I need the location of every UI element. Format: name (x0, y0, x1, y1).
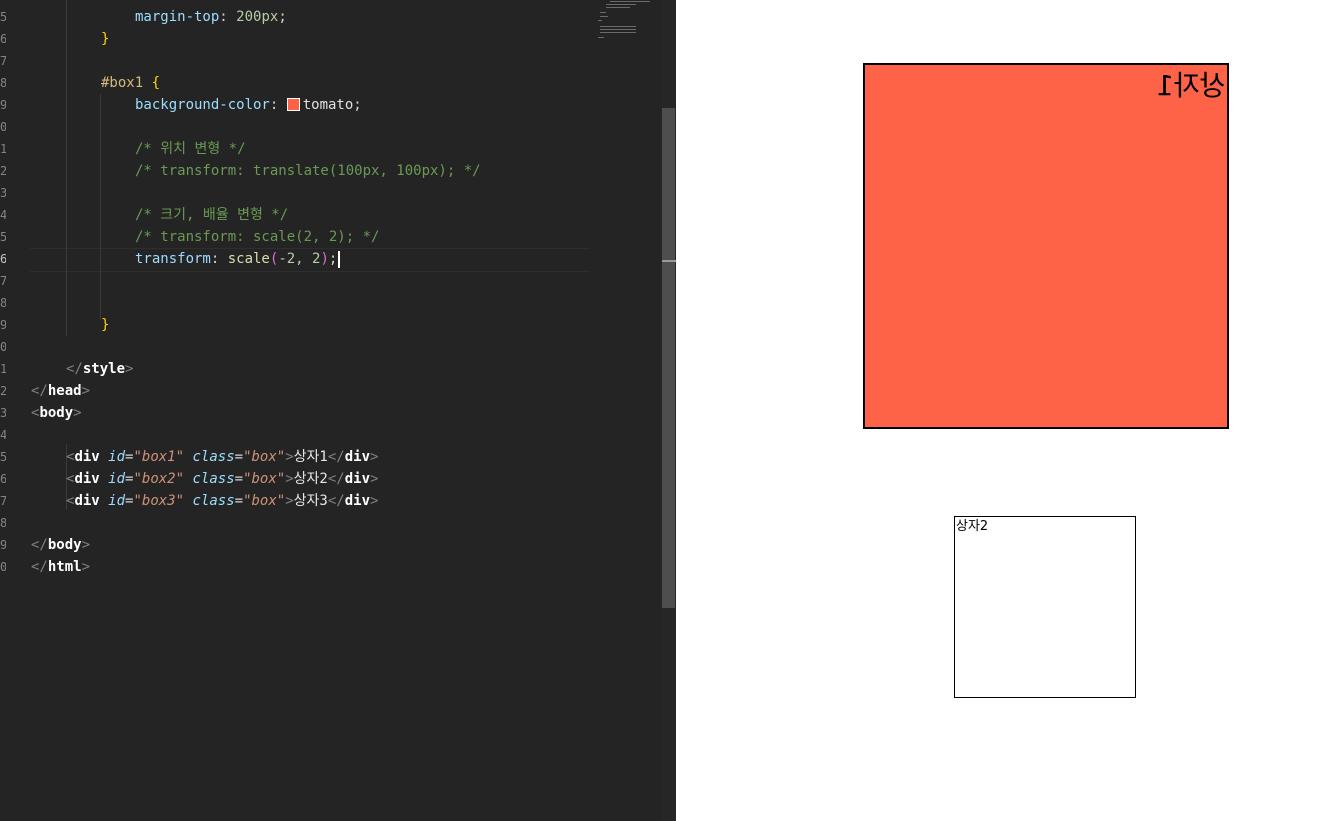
text-cursor (338, 250, 341, 268)
line-number: 2 (0, 384, 6, 398)
cursor-position-marker (662, 260, 676, 262)
code-line: } (101, 28, 109, 50)
code-line: } (101, 314, 109, 336)
html-text: 상자3 (293, 493, 328, 509)
line-number: 6 (0, 472, 6, 486)
html-tag: body (39, 405, 74, 421)
color-swatch-icon[interactable] (286, 97, 300, 111)
line-number: 3 (0, 186, 6, 200)
css-function: scale (227, 251, 270, 267)
line-number: 9 (0, 98, 6, 112)
line-number: 7 (0, 274, 6, 288)
css-value: -2, 2 (278, 251, 321, 267)
line-number: 0 (0, 120, 6, 134)
css-value: 200px (236, 9, 279, 25)
box1-label: 상자1 (1155, 69, 1225, 102)
html-attribute: class (192, 471, 235, 487)
code-comment: /* transform: translate(100px, 100px); *… (135, 163, 481, 179)
html-tag: div (344, 449, 371, 465)
line-number: 2 (0, 164, 6, 178)
code-line: <div id="box3" class="box">상자3</div> (66, 493, 379, 509)
html-attribute-value: "box1" (133, 449, 185, 465)
line-number: 8 (0, 76, 6, 90)
line-number: 7 (0, 54, 6, 68)
line-number: 5 (0, 450, 6, 464)
code-comment: /* transform: scale(2, 2); */ (135, 229, 380, 245)
css-selector: #box1 (101, 75, 144, 91)
html-tag: div (74, 493, 100, 509)
html-attribute: id (108, 449, 126, 465)
line-number: 1 (0, 362, 6, 376)
code-line: </style> (66, 361, 134, 377)
code-line: /* 위치 변형 */ (135, 138, 246, 160)
minimap[interactable] (596, 0, 660, 50)
html-text: 상자2 (293, 471, 328, 487)
line-number-gutter: 5 6 7 8 9 0 1 2 3 4 5 6 7 8 9 0 1 2 3 4 … (0, 0, 14, 821)
line-number: 5 (0, 230, 6, 244)
html-text: 상자1 (293, 449, 328, 465)
css-value: tomato (302, 97, 354, 113)
line-number: 3 (0, 406, 6, 420)
code-editor[interactable]: 5 6 7 8 9 0 1 2 3 4 5 6 7 8 9 0 1 2 3 4 … (0, 0, 676, 821)
line-number: 9 (0, 538, 6, 552)
html-tag: html (47, 559, 82, 575)
line-number: 0 (0, 340, 6, 354)
line-number: 8 (0, 296, 6, 310)
box2: 상자2 (954, 516, 1136, 698)
css-property: margin-top (135, 9, 220, 25)
line-number: 4 (0, 208, 6, 222)
scrollbar-thumb[interactable] (662, 108, 675, 608)
line-number: 5 (0, 10, 6, 24)
code-line: </body> (31, 537, 91, 553)
css-property: background-color (135, 97, 270, 113)
html-attribute-value: "box" (243, 449, 286, 465)
html-attribute-value: "box2" (133, 471, 185, 487)
indent-guide (66, 0, 67, 336)
close-brace: } (101, 31, 110, 47)
code-line: /* transform: translate(100px, 100px); *… (135, 160, 481, 182)
line-number: 8 (0, 516, 6, 530)
code-line: </html> (31, 559, 91, 575)
html-attribute: id (108, 493, 126, 509)
html-tag: head (47, 383, 82, 399)
box1: 상자1 (863, 63, 1229, 429)
code-line: #box1 { (101, 72, 160, 94)
line-number: 6 (0, 32, 6, 46)
indent-guide (100, 94, 101, 320)
line-number: 0 (0, 560, 6, 574)
html-tag: style (82, 361, 126, 377)
html-tag: div (344, 471, 371, 487)
code-line-active: transform: scale(-2, 2); (135, 248, 341, 270)
html-attribute-value: "box3" (133, 493, 185, 509)
css-property: transform (135, 251, 211, 267)
open-brace: { (151, 75, 161, 91)
line-number: 4 (0, 428, 6, 442)
code-line: <div id="box2" class="box">상자2</div> (66, 471, 379, 487)
code-line: /* 크기, 배율 변형 */ (135, 204, 288, 226)
code-line: <body> (31, 405, 82, 421)
html-attribute-value: "box" (243, 471, 286, 487)
html-tag: div (344, 493, 371, 509)
line-number: 9 (0, 318, 6, 332)
code-line: margin-top: 200px; (135, 9, 287, 25)
html-tag: div (74, 471, 100, 487)
html-tag: body (47, 537, 82, 553)
box2-label: 상자2 (956, 519, 989, 534)
code-line: /* transform: scale(2, 2); */ (135, 226, 379, 248)
code-comment: /* 크기, 배율 변형 */ (135, 207, 289, 223)
html-attribute: class (192, 449, 235, 465)
line-number: 7 (0, 494, 6, 508)
html-tag: div (74, 449, 100, 465)
line-number: 1 (0, 142, 6, 156)
html-attribute-value: "box" (243, 493, 286, 509)
html-attribute: id (108, 471, 126, 487)
code-line: background-color: tomato; (135, 97, 362, 113)
code-comment: /* 위치 변형 */ (135, 141, 246, 157)
code-line: <div id="box1" class="box">상자1</div> (66, 449, 379, 465)
html-attribute: class (192, 493, 235, 509)
code-line: </head> (31, 383, 91, 399)
line-number-active: 6 (0, 252, 6, 266)
close-brace: } (101, 317, 110, 333)
